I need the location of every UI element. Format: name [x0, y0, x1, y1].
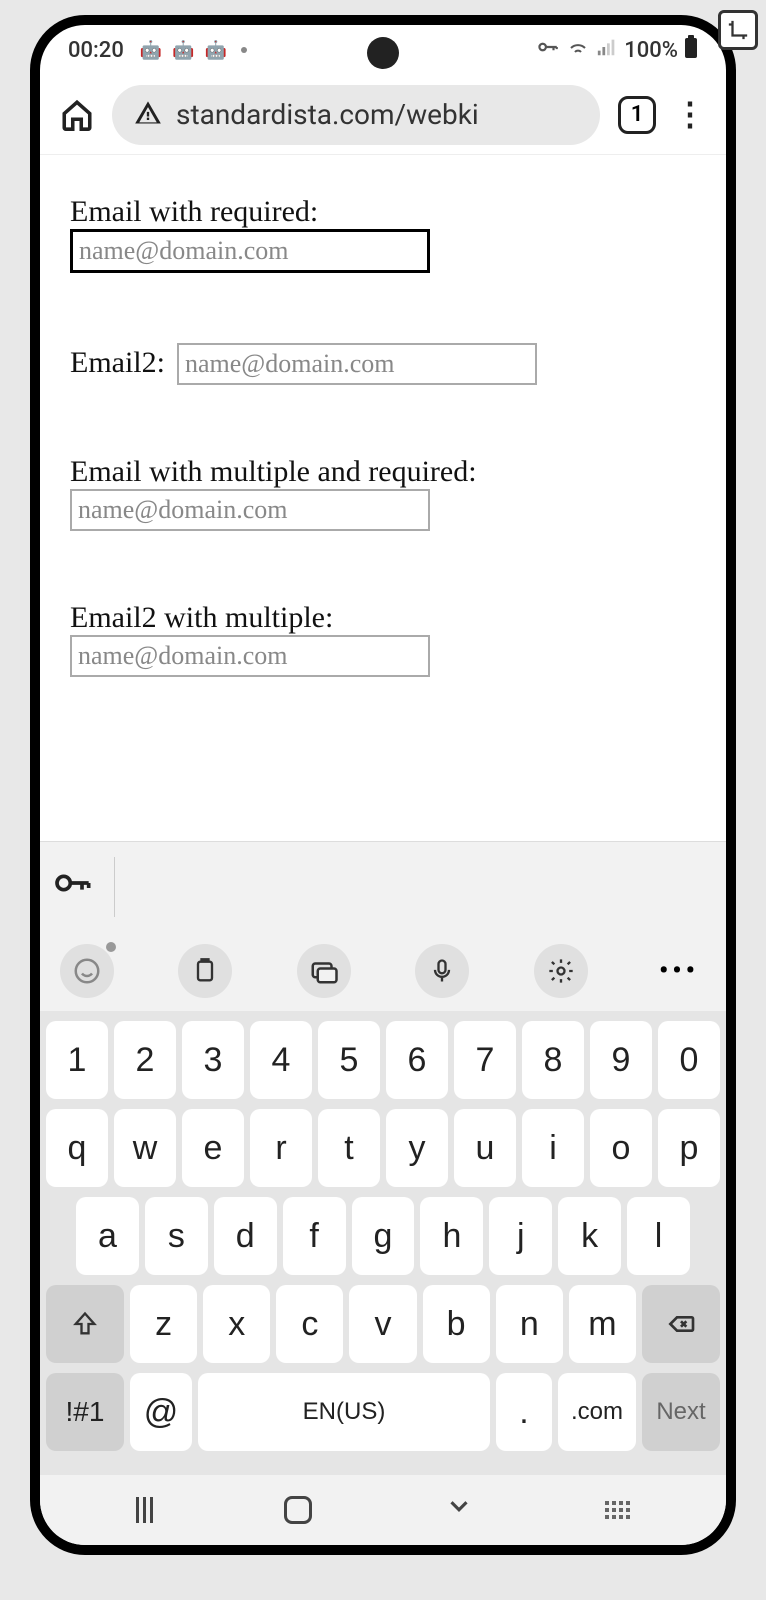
key-b[interactable]: b — [423, 1285, 490, 1363]
key-6[interactable]: 6 — [386, 1021, 448, 1099]
keyboard: 1 2 3 4 5 6 7 8 9 0 q w e r t y u i o — [40, 1011, 726, 1475]
battery-icon — [684, 35, 698, 65]
field4-label: Email2 with multiple: — [70, 601, 333, 634]
app-icon-3: 🤖 — [205, 40, 227, 61]
key-p[interactable]: p — [658, 1109, 720, 1187]
navigation-bar — [40, 1475, 726, 1545]
key-n[interactable]: n — [496, 1285, 563, 1363]
tabs-button[interactable]: 1 — [618, 96, 656, 134]
emoji-button[interactable] — [60, 944, 114, 998]
key-m[interactable]: m — [569, 1285, 636, 1363]
kb-row-space: !#1 @ EN(US) . .com Next — [46, 1373, 720, 1451]
key-next[interactable]: Next — [642, 1373, 720, 1451]
app-icon-2: 🤖 — [172, 40, 194, 61]
key-z[interactable]: z — [130, 1285, 197, 1363]
toolbar-more-button[interactable]: ••• — [652, 944, 706, 998]
clock: 00:20 — [68, 38, 124, 63]
key-8[interactable]: 8 — [522, 1021, 584, 1099]
key-f[interactable]: f — [283, 1197, 346, 1275]
insecure-icon — [134, 99, 162, 131]
key-symbols[interactable]: !#1 — [46, 1373, 124, 1451]
keyboard-toolbar: ••• — [40, 931, 726, 1011]
key-i[interactable]: i — [522, 1109, 584, 1187]
camera-notch — [367, 37, 399, 69]
key-c[interactable]: c — [276, 1285, 343, 1363]
key-at[interactable]: @ — [130, 1373, 192, 1451]
nav-recents-button[interactable] — [136, 1497, 153, 1523]
key-y[interactable]: y — [386, 1109, 448, 1187]
clipboard-button[interactable] — [178, 944, 232, 998]
phone-frame: 00:20 🤖 🤖 🤖 100% — [30, 15, 736, 1555]
password-suggest-strip — [40, 841, 726, 931]
wifi-icon — [566, 35, 590, 65]
address-bar[interactable]: standardista.com/webki — [112, 85, 600, 145]
key-d[interactable]: d — [214, 1197, 277, 1275]
key-1[interactable]: 1 — [46, 1021, 108, 1099]
page-content[interactable]: Email with required: Email2: Email with … — [40, 155, 726, 841]
password-key-icon[interactable] — [52, 863, 92, 911]
vpn-key-icon — [534, 34, 560, 66]
key-g[interactable]: g — [352, 1197, 415, 1275]
keyboard-mode-button[interactable] — [297, 944, 351, 998]
nav-keyboard-collapse-button[interactable] — [605, 1501, 630, 1519]
key-period[interactable]: . — [496, 1373, 552, 1451]
email2-input[interactable] — [177, 343, 537, 385]
url-text: standardista.com/webki — [176, 98, 479, 131]
key-5[interactable]: 5 — [318, 1021, 380, 1099]
key-q[interactable]: q — [46, 1109, 108, 1187]
field3-label: Email with multiple and required: — [70, 455, 477, 488]
key-e[interactable]: e — [182, 1109, 244, 1187]
key-l[interactable]: l — [627, 1197, 690, 1275]
key-7[interactable]: 7 — [454, 1021, 516, 1099]
battery-percent: 100% — [624, 38, 678, 63]
more-notifications-dot — [241, 47, 247, 53]
key-k[interactable]: k — [558, 1197, 621, 1275]
separator — [114, 857, 115, 917]
key-shift[interactable] — [46, 1285, 124, 1363]
nav-back-button[interactable] — [444, 1491, 474, 1529]
browser-toolbar: standardista.com/webki 1 ⋮ — [40, 75, 726, 155]
key-com[interactable]: .com — [558, 1373, 636, 1451]
kb-row-mid: a s d f g h j k l — [46, 1197, 720, 1275]
signal-icon — [596, 36, 618, 64]
key-space[interactable]: EN(US) — [198, 1373, 490, 1451]
home-button[interactable] — [60, 98, 94, 132]
key-a[interactable]: a — [76, 1197, 139, 1275]
app-icon-1: 🤖 — [140, 40, 162, 61]
crop-icon — [718, 10, 758, 50]
key-x[interactable]: x — [203, 1285, 270, 1363]
key-h[interactable]: h — [420, 1197, 483, 1275]
key-o[interactable]: o — [590, 1109, 652, 1187]
key-4[interactable]: 4 — [250, 1021, 312, 1099]
key-u[interactable]: u — [454, 1109, 516, 1187]
field1-label: Email with required: — [70, 195, 318, 228]
key-v[interactable]: v — [349, 1285, 416, 1363]
key-backspace[interactable] — [642, 1285, 720, 1363]
voice-button[interactable] — [415, 944, 469, 998]
key-w[interactable]: w — [114, 1109, 176, 1187]
key-r[interactable]: r — [250, 1109, 312, 1187]
key-t[interactable]: t — [318, 1109, 380, 1187]
menu-button[interactable]: ⋮ — [674, 100, 706, 129]
key-9[interactable]: 9 — [590, 1021, 652, 1099]
kb-row-top: q w e r t y u i o p — [46, 1109, 720, 1187]
key-2[interactable]: 2 — [114, 1021, 176, 1099]
key-0[interactable]: 0 — [658, 1021, 720, 1099]
screen: 00:20 🤖 🤖 🤖 100% — [40, 25, 726, 1545]
key-j[interactable]: j — [489, 1197, 552, 1275]
nav-home-button[interactable] — [284, 1496, 312, 1524]
key-3[interactable]: 3 — [182, 1021, 244, 1099]
email-multiple-required-input[interactable] — [70, 489, 430, 531]
email2-multiple-input[interactable] — [70, 635, 430, 677]
key-s[interactable]: s — [145, 1197, 208, 1275]
kb-row-bot: z x c v b n m — [46, 1285, 720, 1363]
kb-row-numbers: 1 2 3 4 5 6 7 8 9 0 — [46, 1021, 720, 1099]
email-required-input[interactable] — [70, 229, 430, 273]
field2-label: Email2: — [70, 346, 165, 379]
settings-button[interactable] — [534, 944, 588, 998]
